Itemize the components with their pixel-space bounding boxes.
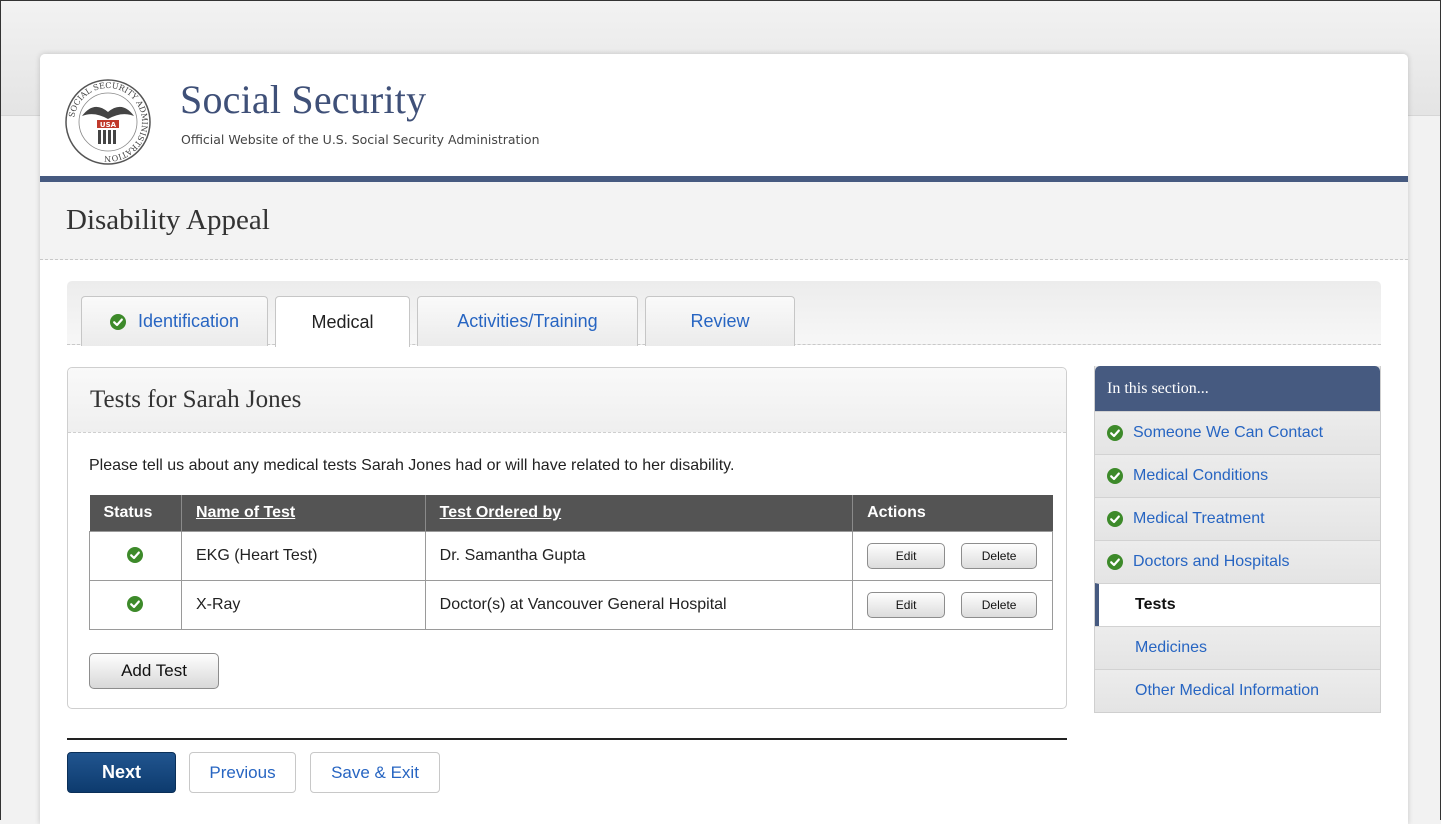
- panel-title: Tests for Sarah Jones: [90, 386, 302, 413]
- tab-review[interactable]: Review: [645, 296, 795, 346]
- section-tabs: Identification Medical Activities/Traini…: [67, 281, 1381, 347]
- panel-header: Tests for Sarah Jones: [68, 368, 1066, 433]
- check-circle-icon: [109, 313, 126, 330]
- tab-label: Review: [690, 311, 750, 331]
- sidebar-item-label: Other Medical Information: [1135, 682, 1320, 699]
- sidebar-item-label: Someone We Can Contact: [1133, 424, 1324, 441]
- form-divider: [67, 738, 1067, 740]
- status-cell: [89, 579, 182, 630]
- tab-label: Identification: [137, 311, 240, 331]
- check-circle-icon: [127, 547, 144, 564]
- test-name-cell: EKG (Heart Test): [180, 530, 426, 581]
- check-circle-icon: [1107, 468, 1123, 484]
- column-header-test-ordered-by[interactable]: Test Ordered by: [425, 495, 854, 531]
- table-row: EKG (Heart Test) Dr. Samantha Gupta Edit…: [89, 530, 1053, 581]
- section-sidebar: In this section... Someone We Can Contac…: [1094, 366, 1381, 713]
- sidebar-heading: In this section...: [1095, 366, 1380, 411]
- sidebar-item-medicines[interactable]: Medicines: [1095, 626, 1380, 669]
- sidebar-item-someone-we-can-contact[interactable]: Someone We Can Contact: [1095, 411, 1380, 454]
- status-cell: [89, 530, 182, 581]
- previous-button[interactable]: Previous: [189, 752, 296, 793]
- check-circle-icon: [1107, 511, 1123, 527]
- sidebar-item-doctors-and-hospitals[interactable]: Doctors and Hospitals: [1095, 540, 1380, 583]
- tab-medical[interactable]: Medical: [275, 296, 410, 347]
- actions-cell: Edit Delete: [852, 530, 1053, 581]
- tests-panel: Tests for Sarah Jones Please tell us abo…: [67, 367, 1067, 709]
- test-ordered-by-cell: Dr. Samantha Gupta: [424, 530, 854, 581]
- delete-button[interactable]: Delete: [961, 591, 1038, 618]
- sidebar-item-tests[interactable]: Tests: [1095, 583, 1380, 626]
- sidebar-item-medical-conditions[interactable]: Medical Conditions: [1095, 454, 1380, 497]
- edit-button[interactable]: Edit: [867, 591, 946, 618]
- sidebar-item-label: Medicines: [1135, 639, 1208, 656]
- add-test-button[interactable]: Add Test: [89, 653, 219, 689]
- sidebar-item-label: Medical Treatment: [1133, 510, 1265, 527]
- tab-identification[interactable]: Identification: [81, 296, 268, 346]
- sidebar-item-label: Doctors and Hospitals: [1133, 553, 1290, 570]
- page-titlebar: Disability Appeal: [40, 182, 1408, 260]
- svg-text:USA: USA: [100, 121, 117, 129]
- site-subtitle: Official Website of the U.S. Social Secu…: [181, 132, 540, 147]
- column-header-status: Status: [89, 495, 182, 531]
- column-header-name-of-test[interactable]: Name of Test: [181, 495, 426, 531]
- page-title: Disability Appeal: [66, 204, 270, 236]
- table-row: X-Ray Doctor(s) at Vancouver General Hos…: [89, 579, 1053, 630]
- tab-label: Activities/Training: [457, 311, 598, 331]
- column-header-actions: Actions: [852, 495, 1053, 531]
- tab-activities-training[interactable]: Activities/Training: [417, 296, 638, 346]
- actions-cell: Edit Delete: [852, 579, 1053, 630]
- sidebar-item-other-medical-information[interactable]: Other Medical Information: [1095, 669, 1380, 712]
- table-header-row: Status Name of Test Test Ordered by Acti…: [89, 495, 1053, 531]
- test-name-cell: X-Ray: [180, 579, 426, 630]
- site-header: SOCIAL SECURITY ADMINISTRATION USA Socia…: [40, 54, 1408, 182]
- site-title[interactable]: Social Security: [180, 80, 426, 120]
- page-container: SOCIAL SECURITY ADMINISTRATION USA Socia…: [40, 54, 1408, 824]
- check-circle-icon: [127, 596, 144, 613]
- sidebar-item-medical-treatment[interactable]: Medical Treatment: [1095, 497, 1380, 540]
- sidebar-item-label: Medical Conditions: [1133, 467, 1269, 484]
- ssa-seal-logo[interactable]: SOCIAL SECURITY ADMINISTRATION USA: [64, 78, 152, 166]
- test-ordered-by-cell: Doctor(s) at Vancouver General Hospital: [424, 579, 854, 630]
- tests-table: Status Name of Test Test Ordered by Acti…: [89, 495, 1053, 630]
- save-exit-button[interactable]: Save & Exit: [310, 752, 440, 793]
- check-circle-icon: [1107, 554, 1123, 570]
- tab-label: Medical: [311, 311, 374, 332]
- edit-button[interactable]: Edit: [867, 542, 946, 569]
- sidebar-item-label: Tests: [1135, 596, 1176, 613]
- panel-intro-text: Please tell us about any medical tests S…: [89, 457, 735, 474]
- check-circle-icon: [1107, 425, 1123, 441]
- next-button[interactable]: Next: [67, 752, 176, 793]
- delete-button[interactable]: Delete: [961, 542, 1038, 569]
